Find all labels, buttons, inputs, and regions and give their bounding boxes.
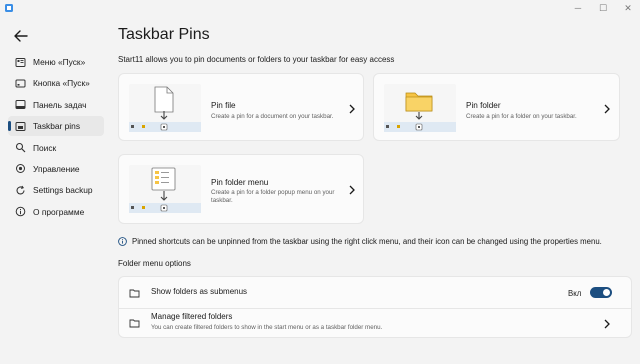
folder-icon	[129, 319, 140, 328]
search-icon	[15, 143, 26, 153]
sidebar-item-search[interactable]: Поиск	[8, 138, 104, 158]
sidebar-item-label: Taskbar pins	[33, 121, 81, 132]
info-text: Pinned shortcuts can be unpinned from th…	[132, 237, 602, 246]
sidebar-item-taskbar-pins[interactable]: Taskbar pins	[8, 116, 104, 137]
sidebar-item-label: Поиск	[33, 142, 57, 153]
row-title: Show folders as submenus	[151, 287, 248, 296]
show-folders-toggle[interactable]	[590, 287, 612, 298]
manage-filtered-folders-row[interactable]: Manage filtered folders You can create f…	[118, 308, 632, 338]
sidebar-item-label: Settings backup	[33, 185, 93, 196]
card-title: Pin folder	[466, 101, 501, 110]
backup-icon	[16, 185, 25, 195]
info-message: Pinned shortcuts can be unpinned from th…	[118, 237, 602, 246]
card-subtitle: Create a pin for a folder on your taskba…	[466, 113, 577, 120]
sidebar-item-start-menu[interactable]: Меню «Пуск»	[8, 52, 104, 72]
sidebar-item-taskbar[interactable]: Панель задач	[8, 95, 104, 115]
page-description: Start11 allows you to pin documents or f…	[118, 55, 395, 64]
pin-folder-card[interactable]: Pin folder Create a pin for a folder on …	[373, 73, 620, 141]
close-button[interactable]: ✕	[622, 2, 634, 14]
sidebar-item-label: Меню «Пуск»	[33, 57, 86, 67]
pin-file-card[interactable]: Pin file Create a pin for a document on …	[118, 73, 364, 141]
sidebar-item-settings-backup[interactable]: Settings backup	[8, 180, 104, 200]
show-folders-row: Show folders as submenus Вкл	[118, 276, 632, 309]
sidebar-item-start-button[interactable]: Кнопка «Пуск»	[8, 73, 104, 93]
card-subtitle: Create a pin for a folder popup menu on …	[211, 189, 335, 205]
folder-icon	[129, 289, 140, 298]
toggle-state-label: Вкл	[568, 289, 582, 298]
pin-folder-menu-card[interactable]: Pin folder menu Create a pin for a folde…	[118, 154, 364, 224]
sidebar-item-label: О программе	[33, 206, 85, 217]
taskbar-icon	[15, 100, 26, 110]
back-arrow-icon[interactable]	[11, 27, 31, 45]
sidebar-nav: Меню «Пуск» Кнопка «Пуск» Панель задач T…	[8, 52, 104, 223]
sidebar-item-about[interactable]: О программе	[8, 202, 104, 222]
chevron-right-icon	[349, 104, 355, 114]
app-icon	[5, 4, 13, 12]
row-title: Manage filtered folders	[151, 312, 233, 321]
pin-folder-illustration	[384, 84, 456, 132]
toggle-knob	[603, 289, 610, 296]
pin-file-illustration	[129, 84, 201, 132]
row-subtitle: You can create filtered folders to show …	[151, 324, 383, 331]
start-menu-icon	[15, 57, 26, 67]
chevron-right-icon	[349, 185, 355, 195]
sidebar-item-control[interactable]: Управление	[8, 159, 104, 179]
start-button-icon	[15, 79, 26, 88]
sidebar-item-label: Кнопка «Пуск»	[33, 78, 90, 89]
card-subtitle: Create a pin for a document on your task…	[211, 113, 334, 120]
info-icon	[15, 206, 26, 217]
chevron-right-icon	[604, 104, 610, 114]
page-title: Taskbar Pins	[118, 26, 210, 43]
title-bar: ─ ☐ ✕	[0, 0, 640, 16]
card-title: Pin file	[211, 101, 236, 110]
info-circle-icon	[118, 237, 127, 246]
card-title: Pin folder menu	[211, 178, 269, 187]
sidebar-item-label: Панель задач	[33, 99, 87, 110]
control-icon	[16, 164, 25, 174]
section-title: Folder menu options	[118, 259, 191, 268]
sidebar-item-label: Управление	[33, 163, 80, 174]
active-indicator	[8, 121, 11, 132]
minimize-button[interactable]: ─	[572, 2, 584, 14]
maximize-button[interactable]: ☐	[597, 2, 609, 14]
chevron-right-icon	[604, 319, 610, 329]
pin-icon	[15, 121, 26, 131]
pin-folder-menu-illustration	[129, 165, 201, 213]
